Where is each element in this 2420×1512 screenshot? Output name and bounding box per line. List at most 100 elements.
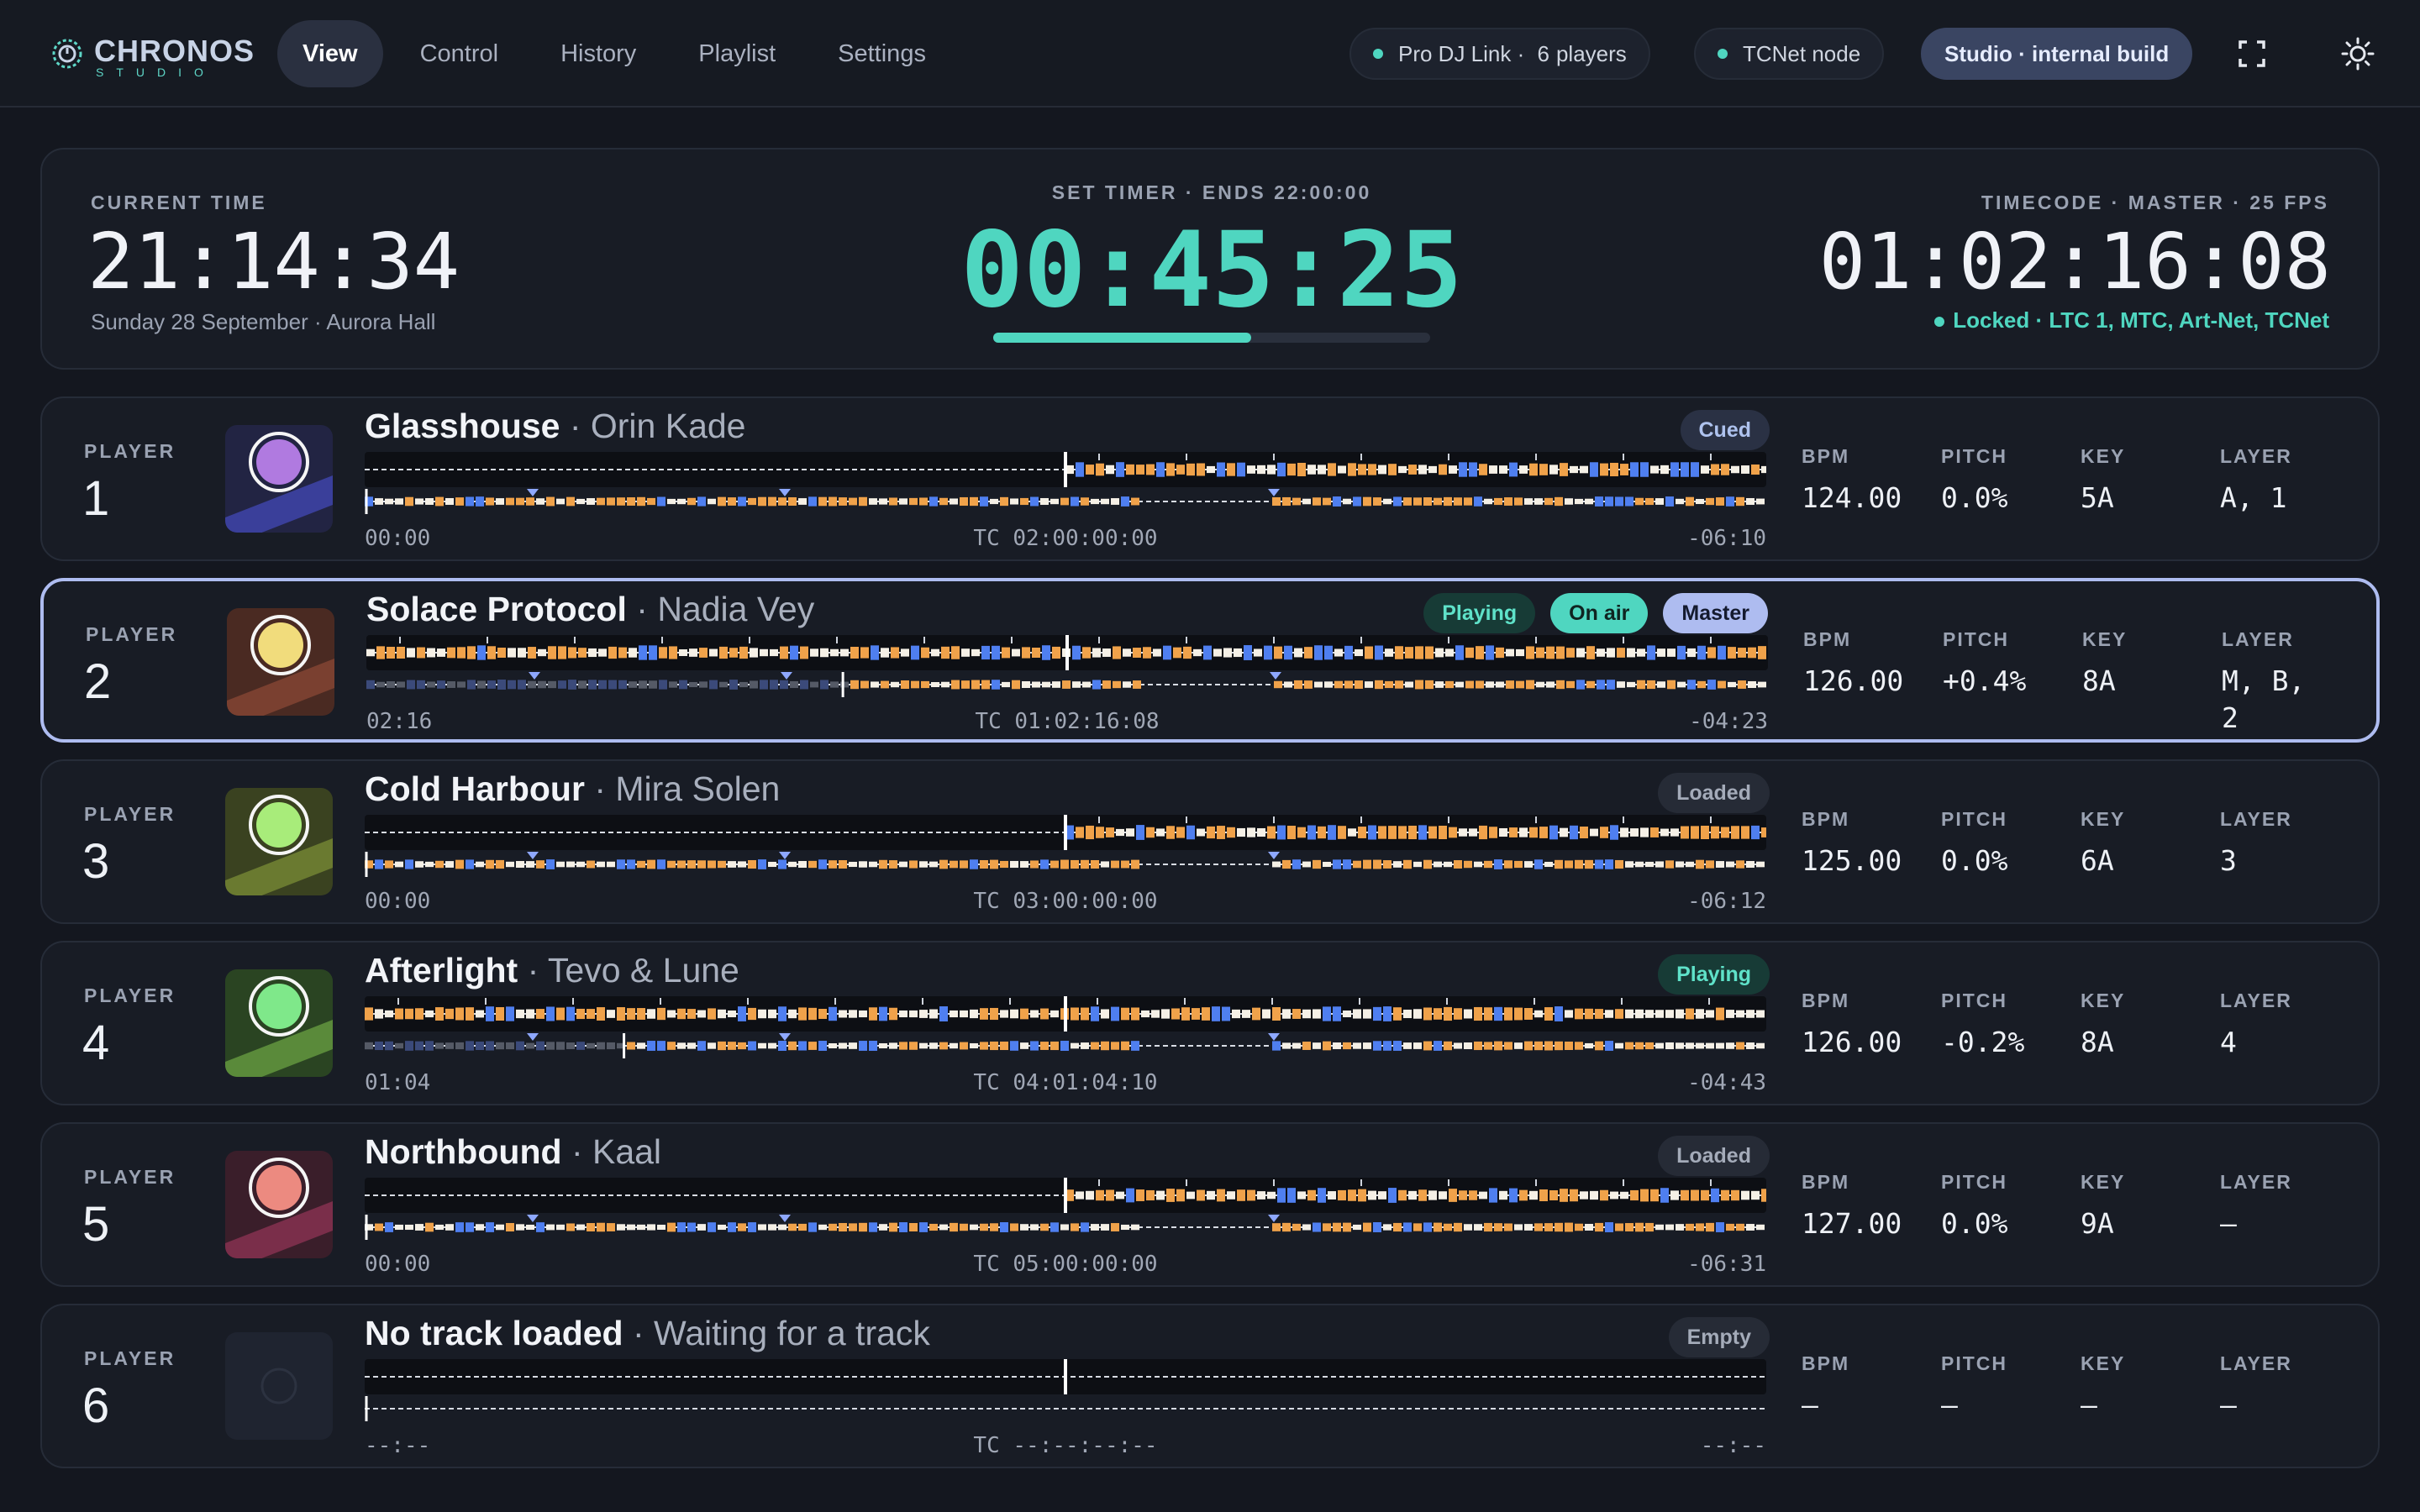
waveform-overview[interactable]	[365, 996, 1766, 1032]
waveform-bar	[1072, 645, 1081, 660]
waveform-bar	[1546, 681, 1555, 688]
player-card-3[interactable]: PLAYER 3 Cold Harbour · Mira Solen Loade…	[40, 759, 2380, 924]
waveform-overview[interactable]	[366, 635, 1768, 670]
waveform-bar	[1454, 1222, 1462, 1232]
waveform-bar	[1232, 1009, 1240, 1019]
tcnet-status[interactable]: TCNet node	[1694, 28, 1885, 80]
waveform-bar	[1486, 681, 1494, 688]
waveform-bar	[1570, 1189, 1578, 1202]
waveform-bar	[1358, 464, 1366, 475]
waveform-bar	[1716, 1007, 1724, 1021]
prodj-link-status[interactable]: Pro DJ Link · 6 players	[1349, 28, 1650, 80]
waveform-full[interactable]	[366, 672, 1768, 697]
waveform-bar	[476, 1010, 484, 1018]
waveform-bar	[435, 496, 444, 507]
nav-history[interactable]: History	[535, 20, 661, 87]
waveform-bar	[1146, 464, 1155, 475]
stat-pitch-value: 0.0%	[1941, 1207, 2008, 1240]
waveform-bar	[1575, 498, 1583, 505]
waveform-bar	[1186, 463, 1195, 476]
waveform-overview[interactable]	[365, 1359, 1766, 1394]
app-logo[interactable]: CHRONOS STUDIO	[50, 32, 254, 79]
waveform-overview[interactable]	[365, 452, 1766, 487]
waveform-bar	[1113, 646, 1121, 659]
waveform-bar	[1292, 497, 1301, 506]
player-card-1[interactable]: PLAYER 1 Glasshouse · Orin Kade Cued 00:…	[40, 396, 2380, 561]
track-artist: · Waiting for a track	[633, 1314, 930, 1352]
nav-playlist[interactable]: Playlist	[673, 20, 801, 87]
waveform-bar	[739, 681, 748, 688]
status-badges: Loaded	[1658, 773, 1770, 813]
theme-sun-icon[interactable]	[2341, 37, 2375, 71]
waveform-bar	[1731, 1189, 1739, 1201]
player-card-2[interactable]: PLAYER 2 Solace Protocol · Nadia Vey Pla…	[40, 578, 2380, 743]
track-title: Glasshouse · Orin Kade	[365, 407, 746, 446]
waveform-bar	[1630, 828, 1639, 837]
waveform-bar	[548, 680, 556, 689]
waveform-bar	[1595, 496, 1603, 507]
waveform-full[interactable]	[365, 1396, 1766, 1421]
waveform-bar	[1595, 859, 1603, 869]
waveform-bar	[417, 647, 425, 659]
waveform-bar	[425, 1010, 434, 1018]
waveform-bar	[1657, 681, 1665, 688]
waveform-bar	[1580, 1191, 1588, 1200]
waveform-bar	[1645, 861, 1654, 868]
waveform-bar	[778, 1041, 786, 1051]
waveform-bar	[1718, 645, 1726, 660]
waveform-bar	[376, 646, 385, 659]
nav-settings[interactable]: Settings	[813, 20, 951, 87]
waveform-bar	[1665, 496, 1674, 507]
waveform-bar	[708, 498, 716, 505]
fullscreen-icon[interactable]	[2235, 37, 2269, 71]
waveform-bar	[1373, 859, 1381, 869]
player-card-6[interactable]: PLAYER 6 No track loaded · Waiting for a…	[40, 1304, 2380, 1468]
waveform-bar	[667, 498, 676, 505]
waveform-bar	[1514, 1042, 1523, 1049]
waveform-full[interactable]	[365, 1033, 1766, 1058]
stat-pitch-value: –	[1941, 1389, 1958, 1421]
waveform-bar	[1106, 465, 1114, 475]
waveform-bar	[366, 648, 375, 657]
waveform-bar	[455, 1222, 464, 1232]
stat-bpm-label: BPM	[1802, 445, 1850, 467]
waveform-bar	[1081, 1042, 1089, 1049]
waveform-full[interactable]	[365, 1215, 1766, 1240]
waveform-bar	[576, 861, 585, 868]
waveform-overview[interactable]	[365, 1178, 1766, 1213]
waveform-bar	[1504, 1007, 1512, 1021]
waveform-bar	[1111, 1042, 1119, 1050]
waveform-bar	[405, 1041, 413, 1051]
waveform-bar	[1294, 680, 1302, 690]
waveform-bar	[576, 1008, 585, 1020]
waveform-overview[interactable]	[365, 815, 1766, 850]
waveform-bar	[839, 1010, 847, 1018]
cue-marker-icon	[779, 1215, 791, 1222]
waveform-bar	[607, 1223, 615, 1231]
nav-control[interactable]: Control	[395, 20, 524, 87]
waveform-bar	[1096, 463, 1104, 476]
waveform-bar	[899, 1042, 908, 1050]
waveform-bar	[839, 497, 847, 506]
waveform-full[interactable]	[365, 489, 1766, 514]
waveform-bar	[829, 1042, 837, 1049]
waveform-bar	[689, 681, 697, 688]
nav-view[interactable]: View	[277, 20, 383, 87]
waveform-bar	[929, 496, 938, 507]
waveform-bar	[1378, 826, 1386, 839]
waveform-bar	[445, 1224, 454, 1231]
waveform-bar	[415, 1008, 424, 1020]
waveform-bar	[1373, 1041, 1381, 1051]
player-card-5[interactable]: PLAYER 5 Northbound · Kaal Loaded 00:00 …	[40, 1122, 2380, 1287]
player-card-4[interactable]: PLAYER 4 Afterlight · Tevo & Lune Playin…	[40, 941, 2380, 1105]
waveform-bar	[1546, 646, 1555, 659]
waveform-bar	[891, 647, 899, 659]
waveform-bar	[1630, 1189, 1639, 1201]
waveform-bar	[667, 1222, 676, 1232]
waveform-bar	[1428, 465, 1437, 474]
build-badge[interactable]: Studio · internal build	[1921, 28, 2193, 80]
waveform-full[interactable]	[365, 852, 1766, 877]
waveform-bar	[939, 1006, 948, 1021]
waveform-bar	[748, 1007, 756, 1021]
waveform-bar	[435, 1007, 444, 1021]
